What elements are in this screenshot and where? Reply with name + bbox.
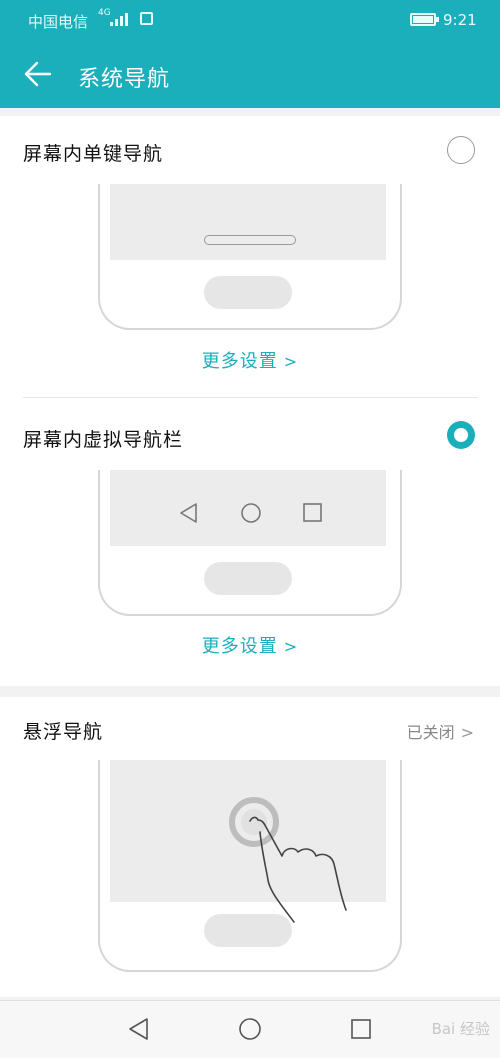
network-type-label: 4G	[98, 8, 111, 18]
virtual-nav-keys-icon	[180, 503, 322, 523]
single-key-illustration	[98, 184, 402, 332]
carrier-name: 中国电信	[28, 13, 89, 31]
signal-icon	[110, 12, 132, 26]
option-single-key-more-link[interactable]: 更多设置 >	[0, 347, 500, 373]
gesture-bar-icon	[204, 235, 296, 245]
option-virtual-bar-more-link[interactable]: 更多设置 >	[0, 632, 500, 658]
option-single-key-radio[interactable]	[447, 136, 475, 164]
page-title: 系统导航	[78, 67, 171, 92]
watermark: Bai 经验	[431, 1020, 490, 1038]
floating-nav-card: 悬浮导航 已关闭 >	[0, 697, 500, 997]
floating-nav-illustration	[98, 760, 402, 974]
system-nav-bar	[0, 1000, 500, 1058]
chevron-right-icon: >	[460, 723, 474, 742]
floating-nav-status[interactable]: 已关闭 >	[407, 719, 474, 743]
navigation-options-card: 屏幕内单键导航 更多设置 > 屏幕内虚拟导航栏 更多设置 >	[0, 116, 500, 686]
virtual-bar-illustration	[98, 470, 402, 618]
home-circle-icon[interactable]	[236, 1015, 264, 1043]
chevron-right-icon: >	[283, 352, 299, 371]
option-virtual-bar-label: 屏幕内虚拟导航栏	[23, 429, 184, 451]
chevron-right-icon: >	[283, 637, 299, 656]
recents-square-icon[interactable]	[347, 1015, 375, 1043]
floating-button-hand-icon	[229, 797, 347, 923]
back-triangle-icon[interactable]	[125, 1015, 153, 1043]
option-single-key-label: 屏幕内单键导航	[23, 143, 164, 165]
app-header: 中国电信 4G 9:21 系统导航	[0, 0, 500, 108]
status-bar: 中国电信 4G 9:21	[0, 0, 500, 40]
option-virtual-bar-radio[interactable]	[447, 421, 475, 449]
battery-icon	[410, 13, 439, 26]
back-arrow-icon[interactable]	[24, 60, 52, 88]
notification-icon	[140, 12, 153, 25]
status-time: 9:21	[443, 11, 477, 29]
floating-nav-label: 悬浮导航	[23, 721, 104, 743]
